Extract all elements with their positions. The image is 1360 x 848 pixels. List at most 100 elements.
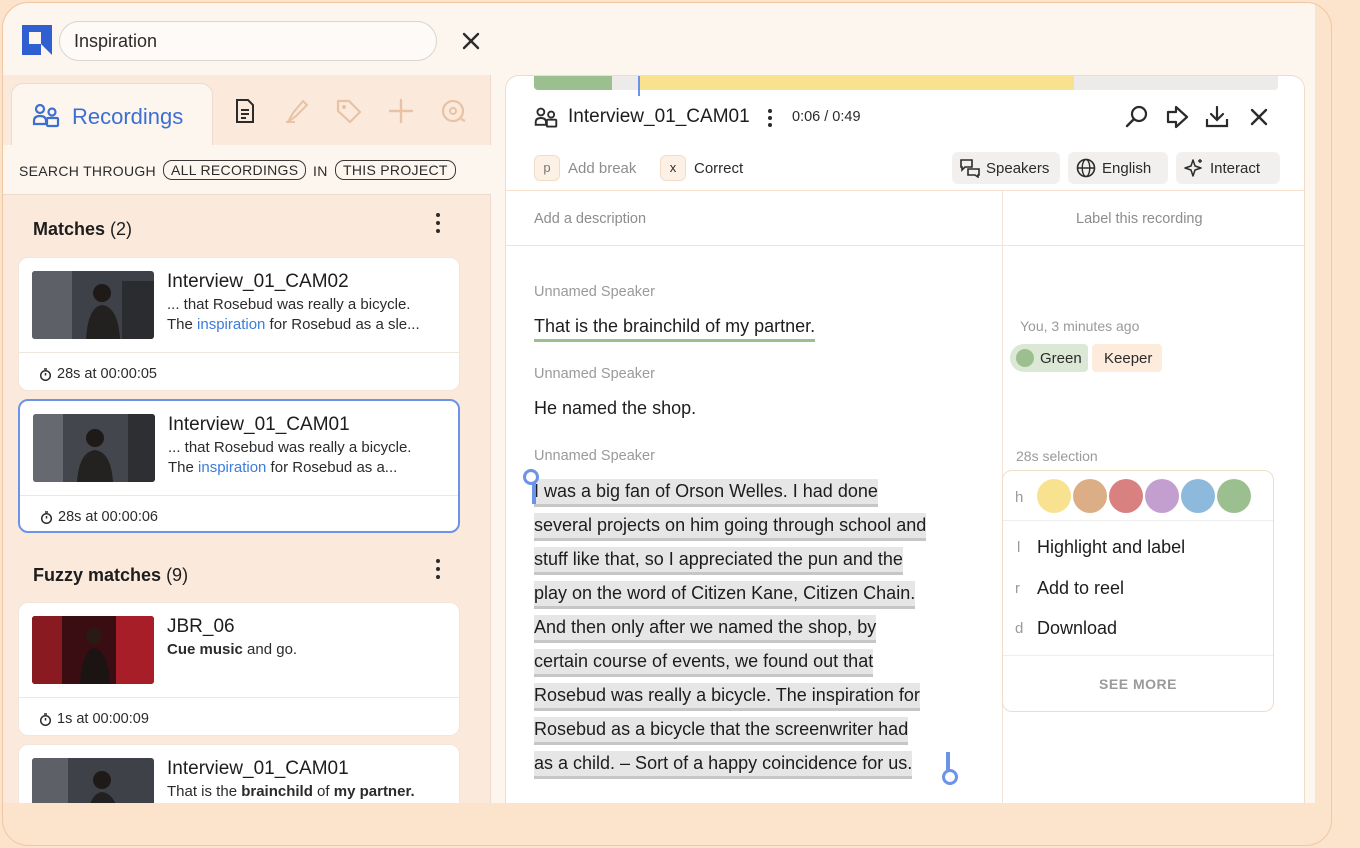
language-button[interactable]: English [1068, 152, 1168, 184]
tab-recordings[interactable]: Recordings [11, 83, 213, 145]
see-more-button[interactable]: SEE MORE [1003, 655, 1273, 711]
utterance[interactable]: That is the brainchild of my partner. [534, 316, 816, 342]
highlight-and-label-item[interactable]: Highlight and label [1037, 537, 1185, 558]
app-logo-icon [22, 25, 52, 55]
swatch-red[interactable] [1109, 479, 1143, 513]
search-input[interactable] [74, 31, 414, 52]
match-snippet-line: ... that Rosebud was really a bicycle. [167, 296, 411, 313]
panel-tabs: Recordings [3, 75, 491, 145]
fuzzy-more-icon[interactable] [429, 557, 447, 581]
highlighted-term: inspiration [197, 316, 266, 333]
annotation-meta: You, 3 minutes ago [1020, 318, 1140, 334]
swatch-green[interactable] [1217, 479, 1251, 513]
scope-all-recordings[interactable]: ALL RECORDINGS [163, 160, 307, 180]
transcript-line: certain course of events, we found out t… [534, 649, 874, 677]
window-frame: Recordings SEARC [2, 2, 1332, 846]
fuzzy-card-2[interactable]: Interview_01_CAM01 That is the brainchil… [18, 744, 460, 803]
recording-more-icon[interactable] [764, 106, 776, 130]
fuzzy-card-1[interactable]: JBR_06 Cue music and go. 1s at 00:00:09 [18, 602, 460, 736]
download-icon[interactable] [1204, 104, 1230, 130]
speakers-button[interactable]: Speakers [952, 152, 1060, 184]
video-thumbnail [33, 414, 155, 482]
correct-key: x [660, 155, 686, 181]
recording-time: 0:06 / 0:49 [792, 109, 861, 125]
recording-title: Interview_01_CAM01 [568, 106, 750, 127]
transcript-line: stuff like that, so I appreciated the pu… [534, 547, 903, 575]
timeline-segment-yellow [638, 76, 1074, 90]
transcript-line: Rosebud was really a bicycle. The inspir… [534, 683, 920, 711]
green-dot [1016, 349, 1034, 367]
interact-button[interactable]: Interact [1176, 152, 1280, 184]
transcript-line: I was a big fan of Orson Welles. I had d… [534, 479, 878, 507]
sparkle-icon [1184, 159, 1202, 177]
match-snippet-line: The inspiration for Rosebud as a... [168, 459, 398, 476]
recording-header: Interview_01_CAM01 0:06 / 0:49 [506, 96, 1304, 140]
utterance[interactable]: He named the shop. [534, 398, 696, 419]
swatch-blue[interactable] [1181, 479, 1215, 513]
recording-panel: Interview_01_CAM01 0:06 / 0:49 p Add bre… [505, 75, 1305, 803]
selection-start-handle[interactable] [523, 469, 539, 485]
transcript-line: And then only after we named the shop, b… [534, 615, 877, 643]
search-scope: SEARCH THROUGH ALL RECORDINGS IN THIS PR… [3, 145, 491, 195]
speakers-label: Speakers [986, 160, 1050, 177]
plus-icon[interactable] [387, 97, 415, 125]
selection-end-handle[interactable] [942, 769, 958, 785]
playhead[interactable] [638, 76, 640, 96]
speaker-label[interactable]: Unnamed Speaker [534, 366, 655, 382]
fuzzy-footer: 1s at 00:00:09 [19, 697, 459, 737]
menu-key: r [1015, 580, 1020, 597]
scope-prefix: SEARCH THROUGH [19, 163, 156, 179]
swatch-purple[interactable] [1145, 479, 1179, 513]
close-icon[interactable] [1246, 104, 1272, 130]
video-thumbnail [32, 616, 154, 684]
match-snippet-line: The inspiration for Rosebud as a sle... [167, 316, 420, 333]
transcript-line: Rosebud as a bicycle that the screenwrit… [534, 717, 909, 745]
matches-more-icon[interactable] [429, 211, 447, 235]
swatch-tan[interactable] [1073, 479, 1107, 513]
description-input[interactable]: Add a description [534, 211, 646, 227]
close-search-icon[interactable] [459, 29, 483, 53]
label-chip-keeper[interactable]: Keeper [1092, 344, 1162, 372]
scope-this-project[interactable]: THIS PROJECT [335, 160, 456, 180]
highlighter-icon[interactable] [283, 97, 311, 125]
match-card-2[interactable]: Interview_01_CAM01 ... that Rosebud was … [18, 399, 460, 533]
left-panel: Recordings SEARCH THROUGH ALL RECORDINGS… [3, 75, 491, 803]
timeline-bar[interactable] [534, 76, 1278, 90]
fuzzy-snippet-line: Cue music and go. [167, 641, 298, 658]
tag-icon[interactable] [335, 97, 363, 125]
match-duration: 28s at 00:00:06 [58, 509, 158, 525]
match-footer: 28s at 00:00:06 [20, 495, 458, 535]
transcript-line: several projects on him going through sc… [534, 513, 927, 541]
label-chip-text: Keeper [1104, 350, 1153, 367]
fuzzy-heading: Fuzzy matches (9) [33, 565, 188, 586]
speaker-label[interactable]: Unnamed Speaker [534, 284, 655, 300]
people-icon [534, 107, 558, 128]
download-item[interactable]: Download [1037, 618, 1117, 639]
match-footer: 28s at 00:00:05 [19, 352, 459, 392]
fuzzy-title: JBR_06 [167, 616, 235, 637]
document-icon[interactable] [231, 97, 259, 125]
share-icon[interactable] [1164, 104, 1190, 130]
selection-menu: h l Highlight and label r Add to reel d … [1002, 470, 1274, 712]
description-bar: Add a description Label this recording [506, 190, 1304, 246]
speaker-label[interactable]: Unnamed Speaker [534, 448, 655, 464]
label-chip-green[interactable]: Green [1010, 344, 1088, 372]
swatch-yellow[interactable] [1037, 479, 1071, 513]
fuzzy-title: Fuzzy matches [33, 565, 162, 585]
add-break-key: p [534, 155, 560, 181]
fuzzy-count: (9) [166, 565, 189, 585]
match-title: Interview_01_CAM02 [167, 271, 349, 292]
reel-icon[interactable] [439, 97, 467, 125]
match-duration: 28s at 00:00:05 [57, 366, 157, 382]
selection-note: 28s selection [1016, 448, 1098, 464]
matches-heading: Matches (2) [33, 219, 132, 240]
match-card-1[interactable]: Interview_01_CAM02 ... that Rosebud was … [18, 257, 460, 391]
globe-icon [1076, 158, 1096, 178]
search-icon[interactable] [1124, 104, 1150, 130]
correct-button[interactable]: Correct [694, 160, 743, 177]
interact-label: Interact [1210, 160, 1261, 177]
add-break-button[interactable]: Add break [568, 160, 636, 177]
add-to-reel-item[interactable]: Add to reel [1037, 578, 1124, 599]
label-recording-input[interactable]: Label this recording [1076, 211, 1203, 227]
search-box[interactable] [59, 21, 437, 61]
